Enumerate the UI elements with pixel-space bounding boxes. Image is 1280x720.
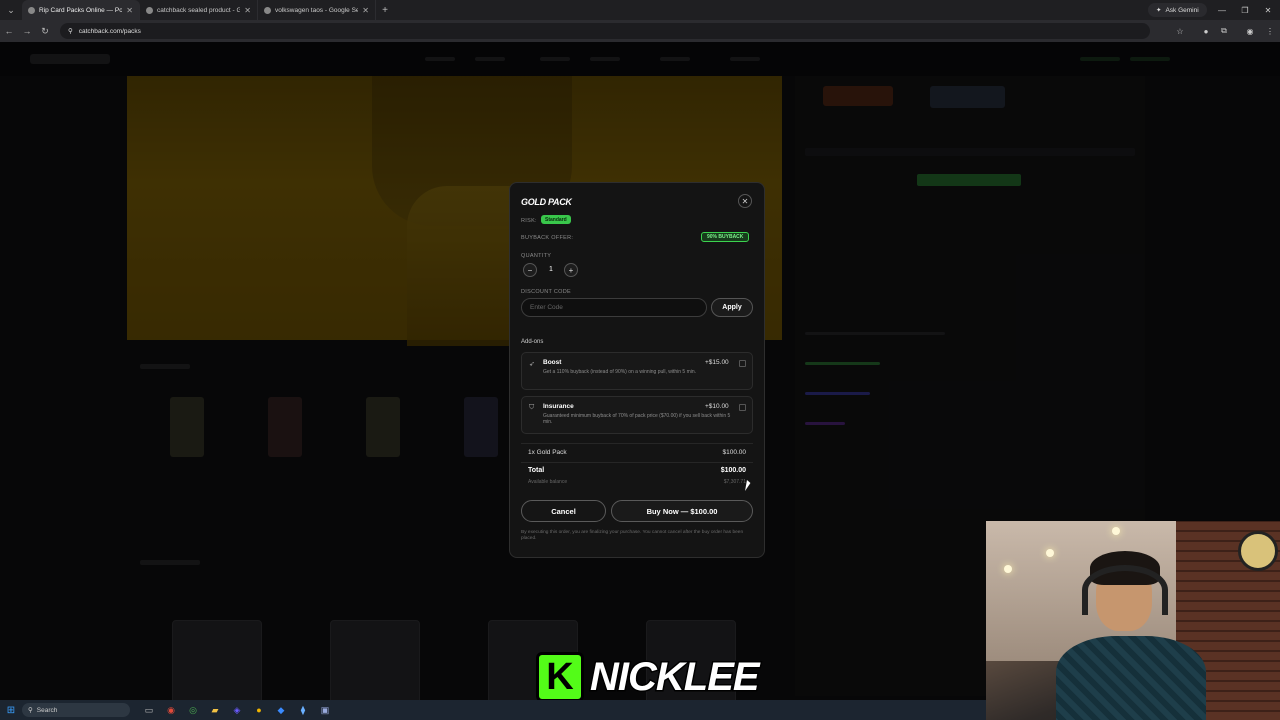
gemini-icon: ✦ [1156, 7, 1162, 14]
discount-code-input[interactable] [521, 298, 707, 317]
streamer-overlay: K NICKLEE [536, 650, 762, 704]
boost-checkbox[interactable] [739, 360, 746, 367]
tab-search-icon[interactable]: ⌄ [0, 0, 22, 20]
headset [1082, 565, 1168, 615]
windows-start-icon[interactable]: ⊞ [0, 700, 22, 720]
total-value: $100.00 [720, 467, 746, 474]
minimize-icon[interactable]: — [1211, 0, 1233, 20]
url-field[interactable]: ⚲ catchback.com/packs [60, 23, 1150, 39]
extensions-puzzle-icon[interactable]: ⧉ [1216, 20, 1232, 42]
insurance-checkbox[interactable] [739, 404, 746, 411]
ceiling-light [1046, 549, 1054, 557]
divider [521, 462, 753, 463]
tab-title: catchback sealed product - Go [157, 6, 241, 14]
extension-icon[interactable]: ● [1198, 20, 1214, 42]
rocket-icon: ➶ [529, 361, 535, 368]
summary-line-item: 1x Gold Pack $100.00 [528, 449, 746, 456]
window-close-icon[interactable]: ✕ [1257, 0, 1279, 20]
apply-button[interactable]: Apply [711, 298, 753, 317]
addon-name: Boost [543, 359, 562, 366]
favicon-icon [28, 6, 35, 14]
tab-title: volkswagen taos - Google Sear [275, 6, 359, 14]
google-icon [264, 6, 271, 14]
addons-heading: Add-ons [521, 339, 544, 345]
quantity-increment-button[interactable]: + [564, 263, 578, 277]
risk-badge: Standard [541, 215, 571, 224]
reload-icon[interactable]: ↻ [36, 20, 54, 42]
gemini-label: Ask Gemini [1165, 6, 1199, 14]
balance-label: Available balance [528, 479, 568, 485]
tab-catchback-search[interactable]: catchback sealed product - Go ✕ [140, 0, 258, 20]
profile-avatar-icon[interactable]: ◉ [1242, 20, 1258, 42]
cancel-button[interactable]: Cancel [521, 500, 606, 522]
restore-icon[interactable]: ❐ [1234, 0, 1256, 20]
url-text: catchback.com/packs [78, 27, 141, 35]
ceiling-light [1004, 565, 1012, 573]
modal-title: GOLD PACK [521, 197, 572, 207]
kick-logo-icon: K [536, 652, 584, 702]
addon-price: +$15.00 [705, 359, 729, 366]
divider [521, 443, 753, 444]
chrome-icon[interactable]: ◎ [182, 700, 204, 720]
windows-taskbar: ⊞ ⚲ Search ▭ ◉ ◎ ▰ ◈ ● ◆ ⧫ ▣ [0, 700, 986, 720]
quantity-decrement-button[interactable]: − [523, 263, 537, 277]
total-label: Total [528, 467, 545, 474]
close-tab-icon[interactable]: ✕ [244, 6, 251, 15]
summary-balance: Available balance $7,307.71 [528, 479, 746, 485]
new-tab-button[interactable]: + [376, 5, 394, 16]
close-icon[interactable]: ✕ [738, 194, 752, 208]
addon-description: Guaranteed minimum buyback of 70% of pac… [543, 413, 731, 425]
forward-icon[interactable]: → [18, 20, 36, 42]
quantity-value: 1 [549, 266, 553, 273]
close-tab-icon[interactable]: ✕ [126, 6, 133, 15]
app-icon[interactable]: ● [248, 700, 270, 720]
webcam-overlay [986, 521, 1280, 720]
tab-title: Rip Card Packs Online — Poké [39, 6, 123, 14]
purchase-disclaimer: By executing this order, you are finaliz… [521, 530, 744, 541]
google-icon [146, 6, 153, 14]
quantity-label: QUANTITY [521, 253, 552, 259]
tab-ripcard[interactable]: Rip Card Packs Online — Poké ✕ [22, 0, 140, 20]
streamer-name: NICKLEE [589, 653, 762, 700]
risk-label: RISK: [521, 218, 537, 224]
browser-tab-bar: ⌄ Rip Card Packs Online — Poké ✕ catchba… [0, 0, 1280, 20]
buyback-badge: 90% BUYBACK [701, 232, 750, 242]
purchase-modal: GOLD PACK ✕ RISK: Standard BUYBACK OFFER… [509, 182, 765, 558]
app-icon[interactable]: ◆ [270, 700, 292, 720]
taskbar-search[interactable]: ⚲ Search [22, 703, 130, 717]
wall-sign [1238, 531, 1278, 571]
browser-menu-icon[interactable]: ⋮ [1262, 20, 1278, 42]
app-icon[interactable]: ⧫ [292, 700, 314, 720]
discount-label: DISCOUNT CODE [521, 289, 571, 295]
line-item-label: 1x Gold Pack [528, 449, 567, 456]
addon-description: Get a 110% buyback (instead of 90%) on a… [543, 369, 697, 375]
balance-value: $7,307.71 [723, 479, 746, 485]
ceiling-light [1112, 527, 1120, 535]
summary-total: Total $100.00 [528, 467, 746, 474]
buy-now-button[interactable]: Buy Now — $100.00 [611, 500, 753, 522]
buyback-label: BUYBACK OFFER: [521, 235, 574, 241]
search-placeholder: Search [36, 706, 58, 714]
addon-insurance[interactable]: ⛉ Insurance +$10.00 Guaranteed minimum b… [521, 396, 753, 434]
address-bar: ← → ↻ ⚲ catchback.com/packs [0, 20, 1280, 42]
site-info-icon[interactable]: ⚲ [68, 27, 73, 35]
streamer-body [1056, 636, 1206, 720]
back-icon[interactable]: ← [0, 20, 18, 42]
bookmark-star-icon[interactable]: ☆ [1172, 20, 1188, 42]
addon-price: +$10.00 [705, 403, 729, 410]
ask-gemini-button[interactable]: ✦ Ask Gemini [1148, 3, 1207, 17]
task-view-icon[interactable]: ▭ [138, 700, 160, 720]
addon-name: Insurance [543, 403, 574, 410]
tab-volkswagen-search[interactable]: volkswagen taos - Google Sear ✕ [258, 0, 376, 20]
discord-icon[interactable]: ◈ [226, 700, 248, 720]
line-item-price: $100.00 [722, 449, 747, 456]
app-icon[interactable]: ▣ [314, 700, 336, 720]
close-tab-icon[interactable]: ✕ [362, 6, 369, 15]
addon-boost[interactable]: ➶ Boost +$15.00 Get a 110% buyback (inst… [521, 352, 753, 390]
file-explorer-icon[interactable]: ▰ [204, 700, 226, 720]
app-icon[interactable]: ◉ [160, 700, 182, 720]
shield-icon: ⛉ [529, 404, 535, 411]
search-icon: ⚲ [28, 707, 33, 714]
